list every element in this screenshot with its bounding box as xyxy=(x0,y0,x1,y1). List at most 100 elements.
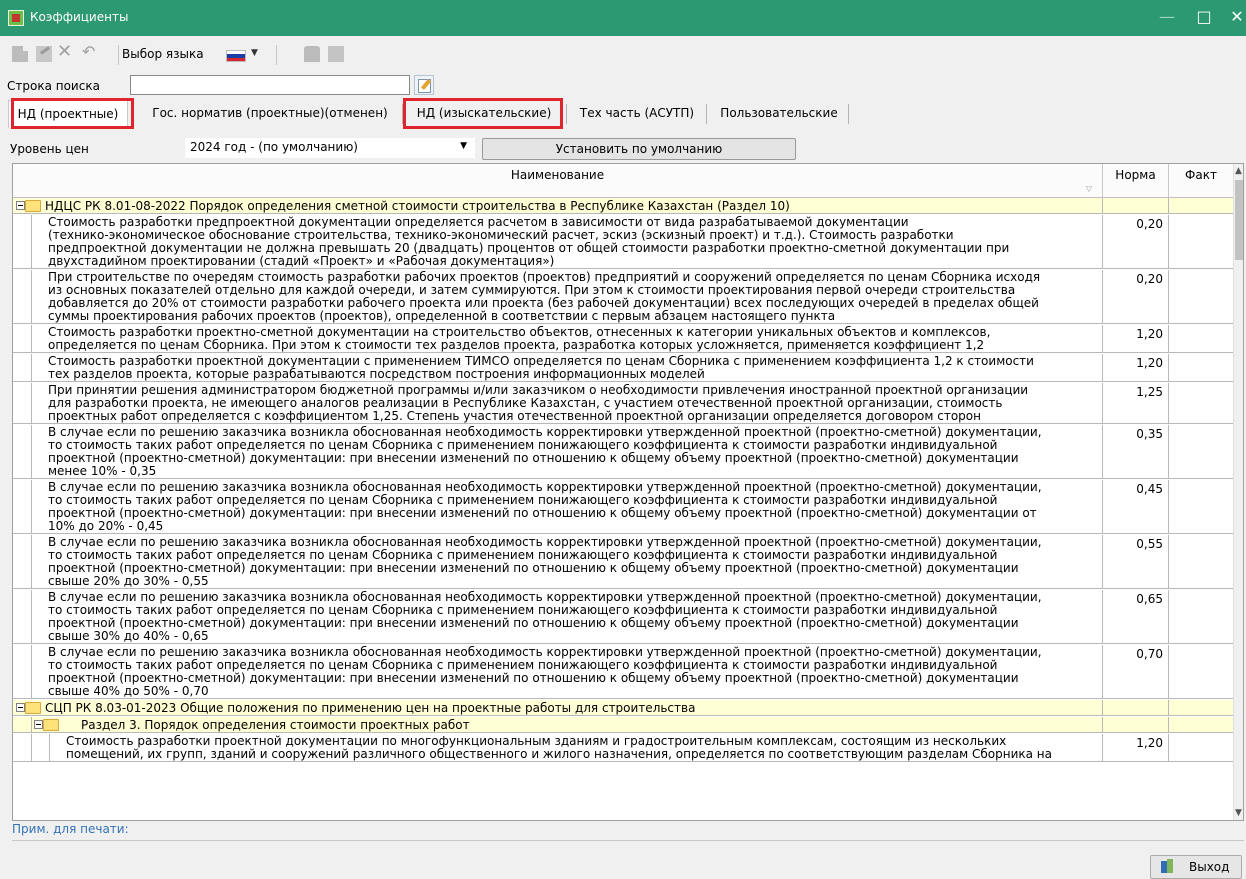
norm-cell[interactable]: 0,55 xyxy=(1103,535,1169,588)
column-header-fact[interactable]: Факт xyxy=(1169,164,1233,198)
chevron-down-icon[interactable]: ▼ xyxy=(251,48,258,58)
norm-cell[interactable]: 0,20 xyxy=(1103,270,1169,323)
norm-cell[interactable] xyxy=(1103,700,1169,715)
group-title: НДЦС РК 8.01-08-2022 Порядок определения… xyxy=(13,198,1103,213)
norm-cell[interactable]: 0,20 xyxy=(1103,215,1169,268)
close-button[interactable]: ✕ xyxy=(1216,0,1246,36)
note-icon[interactable] xyxy=(328,46,344,62)
fact-cell[interactable] xyxy=(1169,717,1233,732)
grid-header: Наименование ▽ Норма Факт xyxy=(13,164,1233,198)
folder-icon xyxy=(43,719,59,731)
tab-separator xyxy=(566,104,567,124)
price-level-select[interactable]: 2024 год - (по умолчанию) ▼ xyxy=(185,138,475,158)
tab-tech-asutp[interactable]: Тех часть (АСУТП) xyxy=(571,100,703,128)
scroll-thumb[interactable] xyxy=(1235,180,1243,260)
norm-cell[interactable] xyxy=(1103,198,1169,213)
fact-cell[interactable] xyxy=(1169,700,1233,715)
table-row[interactable]: При строительстве по очередям стоимость … xyxy=(13,270,1233,324)
minimize-button[interactable]: — xyxy=(1146,0,1188,36)
toolbar: ✕ ↶ Выбор языка ▼ xyxy=(0,36,1246,72)
delete-icon[interactable]: ✕ xyxy=(57,42,72,62)
fact-cell[interactable] xyxy=(1169,645,1233,698)
tab-nd-project[interactable]: НД (проектные) xyxy=(8,100,128,128)
scroll-down-icon[interactable]: ▼ xyxy=(1235,808,1242,818)
price-level-label: Уровень цен xyxy=(10,142,89,156)
table-row[interactable]: В случае если по решению заказчика возни… xyxy=(13,535,1233,589)
norm-cell[interactable]: 1,20 xyxy=(1103,354,1169,381)
group-row[interactable]: СЦП РК 8.03-01-2023 Общие положения по п… xyxy=(13,700,1233,716)
table-row[interactable]: В случае если по решению заказчика возни… xyxy=(13,645,1233,699)
row-description: В случае если по решению заказчика возни… xyxy=(31,645,1103,698)
collapse-toggle-icon[interactable] xyxy=(16,201,25,210)
table-row[interactable]: Стоимость разработки предпроектной докум… xyxy=(13,215,1233,269)
fact-cell[interactable] xyxy=(1169,198,1233,213)
group-row[interactable]: Раздел 3. Порядок определения стоимости … xyxy=(13,717,1233,733)
fact-cell[interactable] xyxy=(1169,383,1233,423)
row-description: Стоимость разработки проектной документа… xyxy=(31,354,1103,381)
tab-gos-normativ[interactable]: Гос. норматив (проектные)(отменен) xyxy=(138,100,402,128)
table-row[interactable]: В случае если по решению заказчика возни… xyxy=(13,590,1233,644)
scroll-up-icon[interactable]: ▲ xyxy=(1235,166,1242,176)
fact-cell[interactable] xyxy=(1169,425,1233,478)
collapse-toggle-icon[interactable] xyxy=(16,703,25,712)
search-input[interactable] xyxy=(130,75,410,95)
grid-body: НДЦС РК 8.01-08-2022 Порядок определения… xyxy=(13,198,1233,820)
fact-cell[interactable] xyxy=(1169,590,1233,643)
group-title: Раздел 3. Порядок определения стоимости … xyxy=(31,717,1103,732)
group-row[interactable]: НДЦС РК 8.01-08-2022 Порядок определения… xyxy=(13,198,1233,214)
vertical-scrollbar[interactable]: ▲ ▼ xyxy=(1233,164,1243,820)
row-description: При строительстве по очередям стоимость … xyxy=(31,270,1103,323)
row-description: В случае если по решению заказчика возни… xyxy=(31,480,1103,533)
norm-cell[interactable]: 0,35 xyxy=(1103,425,1169,478)
language-label[interactable]: Выбор языка xyxy=(122,47,204,61)
collapse-toggle-icon[interactable] xyxy=(34,720,43,729)
norm-cell[interactable] xyxy=(1103,717,1169,732)
price-level-value: 2024 год - (по умолчанию) xyxy=(190,140,358,154)
table-row[interactable]: Стоимость разработки проектной документа… xyxy=(13,734,1233,762)
table-row[interactable]: Стоимость разработки проектной документа… xyxy=(13,354,1233,382)
coefficients-grid: Наименование ▽ Норма Факт НДЦС РК 8.01-0… xyxy=(12,163,1244,821)
table-row[interactable]: В случае если по решению заказчика возни… xyxy=(13,480,1233,534)
search-edit-icon[interactable] xyxy=(414,75,434,95)
fact-cell[interactable] xyxy=(1169,215,1233,268)
norm-cell[interactable]: 0,45 xyxy=(1103,480,1169,533)
folder-icon xyxy=(25,200,41,212)
stamp-icon[interactable] xyxy=(304,46,320,62)
fact-cell[interactable] xyxy=(1169,354,1233,381)
edit-icon[interactable] xyxy=(36,46,52,62)
fact-cell[interactable] xyxy=(1169,270,1233,323)
norm-cell[interactable]: 1,20 xyxy=(1103,325,1169,352)
print-note-label: Прим. для печати: xyxy=(12,822,129,836)
tab-user[interactable]: Пользовательские xyxy=(712,100,846,128)
sort-icon: ▽ xyxy=(1085,184,1092,193)
table-row[interactable]: При принятии решения администратором бюд… xyxy=(13,383,1233,424)
column-header-name-label: Наименование xyxy=(510,168,605,182)
fact-cell[interactable] xyxy=(1169,480,1233,533)
exit-button-label: Выход xyxy=(1189,860,1230,874)
table-row[interactable]: Стоимость разработки проектно-сметной до… xyxy=(13,325,1233,353)
set-default-button[interactable]: Установить по умолчанию xyxy=(482,138,796,160)
app-icon xyxy=(8,10,24,26)
norm-cell[interactable]: 0,70 xyxy=(1103,645,1169,698)
norm-cell[interactable]: 0,65 xyxy=(1103,590,1169,643)
row-description: Стоимость разработки предпроектной докум… xyxy=(31,215,1103,268)
norm-cell[interactable]: 1,20 xyxy=(1103,734,1169,761)
column-header-name[interactable]: Наименование ▽ xyxy=(13,164,1103,198)
row-description: В случае если по решению заказчика возни… xyxy=(31,425,1103,478)
undo-icon[interactable]: ↶ xyxy=(82,42,95,62)
toolbar-separator xyxy=(118,45,119,65)
window-title: Коэффициенты xyxy=(30,10,129,24)
exit-button[interactable]: Выход xyxy=(1150,855,1242,879)
fact-cell[interactable] xyxy=(1169,734,1233,761)
column-header-norm[interactable]: Норма xyxy=(1103,164,1169,198)
fact-cell[interactable] xyxy=(1169,535,1233,588)
row-description: В случае если по решению заказчика возни… xyxy=(31,590,1103,643)
tab-separator xyxy=(402,104,403,124)
tab-nd-survey[interactable]: НД (изыскательские) xyxy=(408,100,560,128)
print-note-divider xyxy=(12,840,1244,841)
new-doc-icon[interactable] xyxy=(12,46,28,62)
norm-cell[interactable]: 1,25 xyxy=(1103,383,1169,423)
fact-cell[interactable] xyxy=(1169,325,1233,352)
table-row[interactable]: В случае если по решению заказчика возни… xyxy=(13,425,1233,479)
language-flag-icon[interactable] xyxy=(226,50,246,62)
